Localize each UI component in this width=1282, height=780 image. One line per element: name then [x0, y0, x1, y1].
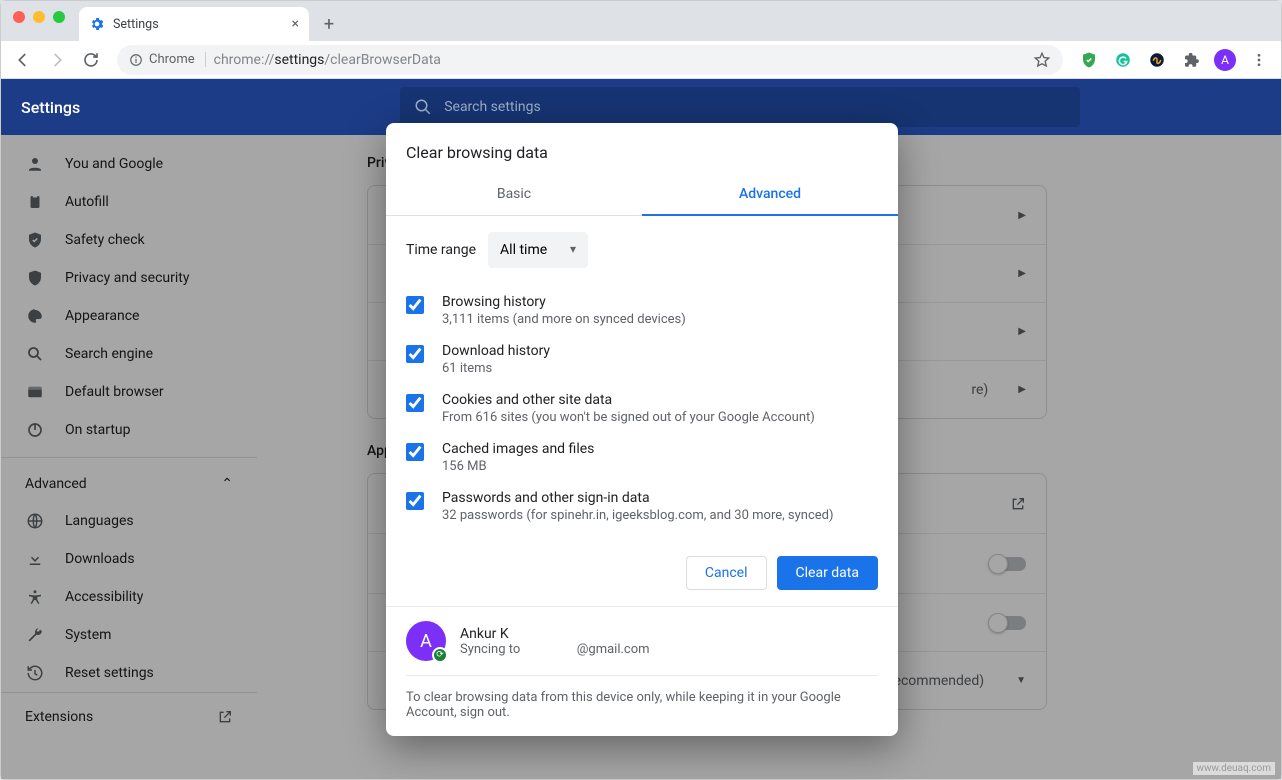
tab-close-button[interactable]: ×: [292, 16, 299, 32]
time-range-label: Time range: [406, 242, 476, 258]
search-icon: [414, 98, 432, 116]
window-close-button[interactable]: [13, 11, 25, 23]
signout-note: To clear browsing data from this device …: [406, 690, 841, 720]
address-bar[interactable]: Chrome chrome://settings/clearBrowserDat…: [117, 45, 1063, 75]
sync-badge-icon: ⟳: [432, 647, 448, 663]
dialog-actions: Cancel Clear data: [386, 540, 898, 606]
url-text: chrome://settings/clearBrowserData: [214, 52, 441, 68]
check-title: Cached images and files: [442, 441, 594, 457]
check-title: Download history: [442, 343, 550, 359]
tab-basic[interactable]: Basic: [386, 174, 642, 215]
check-desc: 61 items: [442, 361, 550, 376]
dialog-body: Time range All time Browsing history 3,11…: [386, 216, 898, 540]
avatar: A ⟳: [406, 621, 446, 661]
watermark: www.deuaq.com: [1193, 762, 1276, 775]
clear-browsing-data-dialog: Clear browsing data Basic Advanced Time …: [386, 123, 898, 736]
check-desc: From 616 sites (you won't be signed out …: [442, 410, 815, 425]
dialog-title: Clear browsing data: [386, 123, 898, 174]
site-info-button[interactable]: Chrome: [129, 52, 206, 67]
check-desc: 3,111 items (and more on synced devices): [442, 312, 686, 327]
tab-title: Settings: [113, 17, 159, 32]
window-maximize-button[interactable]: [53, 11, 65, 23]
clear-data-button[interactable]: Clear data: [777, 556, 878, 590]
divider: [406, 675, 878, 676]
check-title: Passwords and other sign-in data: [442, 490, 834, 506]
check-desc: 32 passwords (for spinehr.in, igeeksblog…: [442, 508, 834, 523]
cancel-button[interactable]: Cancel: [686, 556, 767, 590]
check-row-browsing-history[interactable]: Browsing history 3,111 items (and more on…: [406, 286, 878, 335]
checkbox[interactable]: [406, 492, 424, 510]
info-icon: [129, 53, 143, 67]
account-row: A ⟳ Ankur K Syncing to @gmail.com: [386, 606, 898, 675]
tab-advanced[interactable]: Advanced: [642, 174, 898, 216]
profile-avatar-button[interactable]: A: [1211, 46, 1239, 74]
extension-icon-shield[interactable]: [1075, 46, 1103, 74]
check-row-passwords[interactable]: Passwords and other sign-in data 32 passw…: [406, 482, 878, 531]
extension-icon-similarweb[interactable]: [1143, 46, 1171, 74]
checkbox[interactable]: [406, 296, 424, 314]
time-range-select[interactable]: All time: [488, 232, 588, 268]
check-row-download-history[interactable]: Download history 61 items: [406, 335, 878, 384]
checkbox[interactable]: [406, 443, 424, 461]
avatar-initial: A: [420, 631, 432, 652]
new-tab-button[interactable]: +: [315, 10, 343, 38]
check-row-cache[interactable]: Cached images and files 156 MB: [406, 433, 878, 482]
window-minimize-button[interactable]: [33, 11, 45, 23]
account-sync-status: Syncing to @gmail.com: [460, 642, 650, 657]
browser-tab[interactable]: Settings ×: [79, 7, 309, 41]
tab-strip: Settings × +: [1, 1, 1281, 41]
account-name: Ankur K: [460, 626, 650, 642]
browser-toolbar: Chrome chrome://settings/clearBrowserDat…: [1, 41, 1281, 79]
check-title: Browsing history: [442, 294, 686, 310]
chrome-menu-button[interactable]: [1245, 46, 1273, 74]
sign-out-link[interactable]: sign out: [460, 705, 506, 720]
dialog-tabs: Basic Advanced: [386, 174, 898, 216]
settings-search-box[interactable]: [400, 87, 1080, 127]
back-button[interactable]: [9, 46, 37, 74]
check-title: Cookies and other site data: [442, 392, 815, 408]
checkbox[interactable]: [406, 394, 424, 412]
checkbox[interactable]: [406, 345, 424, 363]
forward-button[interactable]: [43, 46, 71, 74]
check-desc: 156 MB: [442, 459, 594, 474]
bookmark-star-button[interactable]: [1033, 51, 1051, 69]
extension-icon-grammarly[interactable]: [1109, 46, 1137, 74]
extensions-puzzle-button[interactable]: [1177, 46, 1205, 74]
svg-text:A: A: [1221, 53, 1229, 67]
reload-button[interactable]: [77, 46, 105, 74]
gear-icon: [89, 16, 105, 32]
window-controls: [13, 11, 65, 23]
page-title: Settings: [21, 98, 80, 117]
check-row-cookies[interactable]: Cookies and other site data From 616 site…: [406, 384, 878, 433]
check-row-autofill[interactable]: Autofill form data: [406, 531, 878, 536]
secure-label: Chrome: [149, 52, 195, 67]
search-input[interactable]: [444, 99, 1066, 115]
